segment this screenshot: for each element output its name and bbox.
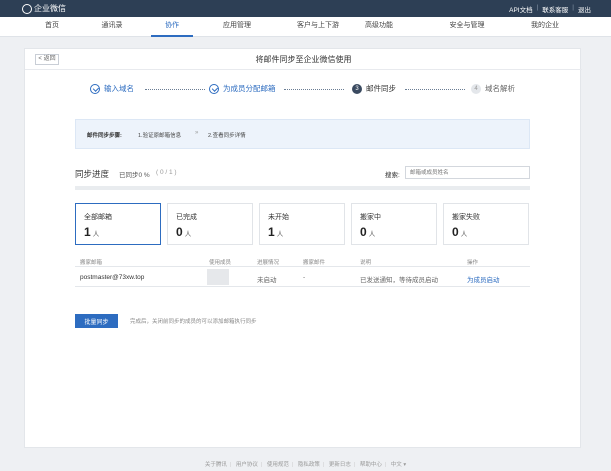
footer-link-changelog[interactable]: 更新日志 (329, 462, 351, 468)
step-connector (145, 89, 205, 90)
nav-tab-app-management[interactable]: 应用管理 (218, 17, 256, 37)
step-mail-sync: 3 邮件同步 (352, 83, 396, 94)
step-enter-domain: 输入域名 (90, 83, 134, 94)
search-label: 搜索: (385, 172, 400, 179)
stat-value: 0 (176, 225, 183, 239)
sync-progress-title: 同步进度 (75, 169, 110, 179)
stat-label: 未开始 (268, 214, 289, 221)
sync-progress-bar (75, 186, 530, 190)
footer-link-privacy[interactable]: 隐私政策 (298, 462, 320, 468)
stat-unit: 人 (184, 231, 192, 238)
info-step-2: 2.查看同步详情 (208, 133, 246, 139)
stat-migrating[interactable]: 搬家中 0人 (351, 203, 437, 245)
top-bar: 企业微信 API文档 | 联系客服 | 退出 (0, 0, 611, 17)
nav-tab-customers[interactable]: 客户与上下游 (291, 17, 345, 37)
stat-unit: 人 (460, 231, 468, 238)
row-mailbox: postmaster@73xw.top (80, 274, 145, 281)
row-status: 未启动 (257, 277, 277, 284)
table-row: postmaster@73xw.top 未启动 - 已发送通知，等待成员启动 为… (75, 267, 530, 287)
stat-completed[interactable]: 已完成 0人 (167, 203, 253, 245)
row-mails: - (303, 274, 306, 281)
sync-hint: 完成后，关闭前同步的成员的可以添加邮箱执行同步 (130, 319, 257, 325)
footer-link-about[interactable]: 关于腾讯 (205, 462, 227, 468)
row-note: 已发送通知，等待成员启动 (360, 277, 438, 284)
info-label: 邮件同步步骤: (87, 133, 122, 139)
page-title: 将邮件同步至企业微信使用 (255, 55, 352, 64)
stat-unit: 人 (368, 231, 376, 238)
nav-tab-my-company[interactable]: 我的企业 (527, 17, 563, 37)
check-circle-icon (209, 83, 219, 94)
info-step-1: 1.验证原邮箱信息 (138, 133, 182, 139)
chevron-right-icon: » (195, 130, 199, 136)
stat-value: 0 (452, 225, 459, 239)
step-number-badge: 3 (352, 83, 362, 94)
stat-not-started[interactable]: 未开始 1人 (259, 203, 345, 245)
brand-logo[interactable]: 企业微信 (22, 3, 66, 14)
table-header: 搬家邮箱 使用成员 进展情况 搬家邮件 说明 操作 (75, 256, 530, 267)
step-assign-mailbox: 为成员分配邮箱 (209, 83, 276, 94)
step-number-badge: 4 (471, 83, 481, 94)
stat-value: 1 (268, 225, 275, 239)
step-label: 邮件同步 (366, 84, 396, 93)
column-header: 使用成员 (209, 260, 232, 266)
nav-tab-advanced[interactable]: 高级功能 (361, 17, 397, 37)
contact-support-link[interactable]: 联系客服 (542, 4, 568, 14)
step-label: 域名解析 (485, 84, 515, 93)
stat-label: 搬家失败 (452, 214, 480, 221)
check-circle-icon (90, 83, 100, 94)
stat-label: 搬家中 (360, 214, 381, 221)
main-card: < 返回 将邮件同步至企业微信使用 输入域名 为成员分配邮箱 3 邮件同步 4 … (24, 48, 582, 448)
nav-tab-home[interactable]: 首页 (40, 17, 64, 37)
member-avatar (207, 269, 229, 285)
footer-link-rules[interactable]: 使用规范 (267, 462, 289, 468)
api-docs-link[interactable]: API文档 (509, 4, 532, 14)
nav-tab-security[interactable]: 安全与管理 (446, 17, 488, 37)
stat-label: 已完成 (176, 214, 197, 221)
top-links: API文档 | 联系客服 | 退出 (509, 4, 591, 14)
stat-label: 全部邮箱 (84, 214, 112, 221)
step-connector (405, 89, 465, 90)
nav-tab-collaboration[interactable]: 协作 (151, 17, 193, 37)
search-input[interactable] (405, 166, 530, 179)
logout-link[interactable]: 退出 (578, 4, 591, 14)
column-header: 操作 (467, 260, 479, 266)
column-header: 搬家邮件 (303, 260, 326, 266)
wecom-logo-icon (22, 3, 32, 14)
column-header: 搬家邮箱 (80, 260, 103, 266)
language-select[interactable]: 中文 ▾ (391, 462, 406, 468)
divider: | (536, 4, 539, 11)
sync-status-text: 已同步0 % (119, 172, 150, 179)
title-divider (25, 69, 582, 70)
footer: 关于腾讯 | 用户协议 | 使用规范 | 隐私政策 | 更新日志 | 帮助中心 | 中文 ▾ (204, 462, 407, 468)
step-domain-resolution: 4 域名解析 (471, 83, 515, 94)
batch-sync-button[interactable]: 批量同步 (75, 314, 118, 328)
column-header: 说明 (360, 260, 372, 266)
footer-link-agreement[interactable]: 用户协议 (236, 462, 258, 468)
step-connector (284, 89, 344, 90)
main-nav: 首页 通讯录 协作 应用管理 客户与上下游 高级功能 安全与管理 我的企业 (0, 17, 611, 37)
stat-unit: 人 (276, 231, 284, 238)
step-label: 为成员分配邮箱 (223, 84, 276, 93)
stat-all-mailboxes[interactable]: 全部邮箱 1人 (75, 203, 161, 245)
sync-count: ( 0 / 1 ) (156, 169, 177, 176)
step-label: 输入域名 (104, 84, 134, 93)
column-header: 进展情况 (257, 260, 280, 266)
stat-value: 0 (360, 225, 367, 239)
brand-name: 企业微信 (34, 4, 66, 13)
stat-failed[interactable]: 搬家失败 0人 (443, 203, 529, 245)
nav-tab-contacts[interactable]: 通讯录 (97, 17, 127, 37)
sync-steps-info: 邮件同步步骤: 1.验证原邮箱信息 » 2.查看同步详情 (75, 119, 530, 149)
start-for-member-link[interactable]: 为成员启动 (467, 274, 500, 284)
footer-link-help[interactable]: 帮助中心 (360, 462, 382, 468)
stat-value: 1 (84, 225, 91, 239)
divider: | (572, 4, 574, 11)
stat-unit: 人 (92, 231, 100, 238)
